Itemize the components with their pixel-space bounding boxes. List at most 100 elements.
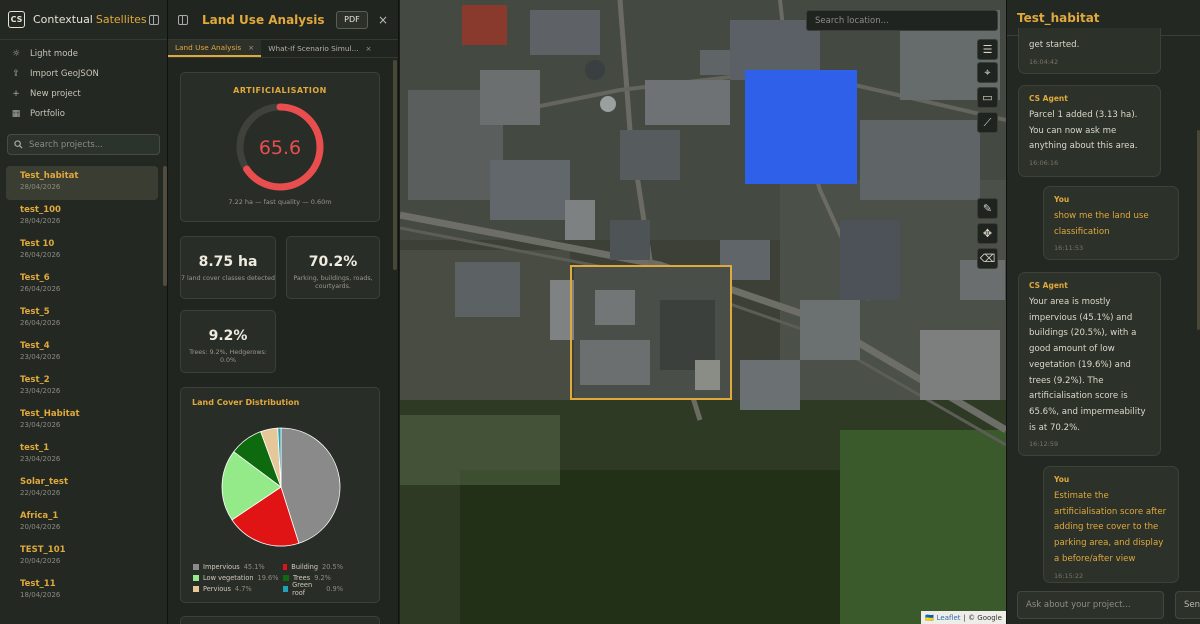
land-cover-pie-chart [221, 427, 341, 547]
move-icon[interactable]: ✥ [977, 223, 998, 244]
search-input[interactable] [29, 139, 159, 150]
menu-item-import-geojson[interactable]: ⇪ Import GeoJSON [0, 64, 167, 84]
project-name: Africa_1 [20, 511, 59, 521]
distribution-title: Land Cover Distribution [192, 398, 300, 407]
project-item[interactable]: Test_4 23/04/2026 [6, 336, 158, 370]
menu-label: Portfolio [30, 109, 65, 119]
panel-scrollbar[interactable] [393, 60, 397, 270]
sidebar-scrollbar[interactable] [163, 166, 167, 286]
project-name: Test_2 [20, 375, 50, 385]
legend-row: Pervious 4.7% Green roof 0.9% [193, 581, 343, 597]
tree-cover-stat-card: 9.2% Trees: 9.2%, Hedgerows: 0.0% [180, 310, 276, 373]
project-item[interactable]: test_100 28/04/2026 [6, 200, 158, 234]
project-item[interactable]: TEST_101 20/04/2026 [6, 540, 158, 574]
app-name: Contextual Satellites [33, 13, 147, 26]
project-date: 23/04/2026 [20, 387, 61, 395]
pin-icon[interactable]: ⌖ [977, 62, 998, 83]
legend-swatch [283, 585, 289, 592]
layers-icon[interactable]: ☰ [977, 39, 998, 60]
location-search-input[interactable] [815, 15, 985, 26]
menu-item-new-project[interactable]: + New project [0, 84, 167, 104]
agent-message: CS Agent Parcel 1 added (3.13 ha). You c… [1018, 85, 1161, 177]
project-date: 23/04/2026 [20, 353, 61, 361]
chat-message: get started. 16:04:42 [1018, 28, 1161, 74]
sidebar-menu: ☼ Light mode ⇪ Import GeoJSON + New project… [0, 40, 167, 130]
panel-collapse-icon[interactable] [178, 14, 188, 25]
pie-legend: Impervious 45.1% Building 20.5% Low vegeta… [193, 561, 343, 597]
tab-close-icon[interactable]: × [248, 43, 254, 52]
project-date: 22/04/2026 [20, 489, 61, 497]
legend-label: Low vegetation [203, 573, 254, 582]
project-item[interactable]: Test_Habitat 23/04/2026 [6, 404, 158, 438]
agent-message: CS Agent Your area is mostly impervious … [1018, 272, 1161, 456]
send-button[interactable]: Sen [1175, 591, 1200, 619]
app-name-accent: Satellites [95, 13, 147, 26]
project-item[interactable]: Solar_test 22/04/2026 [6, 472, 158, 506]
tab-what-if-scenario[interactable]: What-If Scenario Simul... × [261, 40, 378, 57]
project-date: 26/04/2026 [20, 319, 61, 327]
map-search [806, 10, 998, 31]
project-item[interactable]: test_1 23/04/2026 [6, 438, 158, 472]
tab-label: What-If Scenario Simul... [268, 44, 359, 53]
grid-icon: ▦ [11, 109, 21, 119]
collapse-sidebar-icon[interactable] [149, 14, 159, 25]
message-text: Your area is mostly impervious (45.1%) a… [1029, 297, 1146, 433]
tab-close-icon[interactable]: × [366, 44, 372, 53]
project-name: Test_11 [20, 579, 56, 589]
project-item[interactable]: Test_6 26/04/2026 [6, 268, 158, 302]
impermeability-label: Parking, buildings, roads, courtyards. [293, 275, 373, 290]
project-name: test_1 [20, 443, 50, 453]
legend-item: Low vegetation 19.6% [193, 574, 283, 582]
project-date: 23/04/2026 [20, 421, 61, 429]
project-item[interactable]: Test 10 26/04/2026 [6, 234, 158, 268]
menu-label: Light mode [30, 49, 79, 59]
project-date: 26/04/2026 [20, 251, 61, 259]
project-item[interactable]: Test_5 26/04/2026 [6, 302, 158, 336]
tab-land-use-analysis[interactable]: Land Use Analysis × [168, 40, 262, 57]
artificialisation-card: ARTIFICIALISATION 65.6 7.22 ha — fast qu… [180, 72, 380, 222]
legend-label: Building [291, 562, 319, 571]
message-text: show me the land use classification [1054, 211, 1149, 237]
project-name: Test 10 [20, 239, 55, 249]
project-name: test_100 [20, 205, 61, 215]
search-icon [14, 140, 23, 149]
project-item[interactable]: Test_habitat 28/04/2026 [6, 166, 158, 200]
satellite-map[interactable]: ☰ ⌖ ▭ ⟋ ✎ ✥ ⌫ 🇺🇦Leaflet| © Google [400, 0, 1006, 624]
project-item[interactable]: Test_11 18/04/2026 [6, 574, 158, 608]
menu-item-light-mode[interactable]: ☼ Light mode [0, 44, 167, 64]
eraser-icon[interactable]: ⌫ [977, 248, 998, 269]
satellite-imagery [400, 0, 1006, 624]
project-name: Test_4 [20, 341, 50, 351]
leaflet-link[interactable]: Leaflet [937, 614, 961, 622]
message-sender: CS Agent [1029, 94, 1068, 103]
chat-input[interactable] [1026, 600, 1156, 610]
project-date: 18/04/2026 [20, 591, 61, 599]
legend-row: Impervious 45.1% Building 20.5% [193, 561, 343, 572]
project-date: 23/04/2026 [20, 455, 61, 463]
draw-icon[interactable]: ✎ [977, 198, 998, 219]
tree-cover-label: Trees: 9.2%, Hedgerows: 0.0% [189, 349, 267, 364]
legend-label: Impervious [203, 562, 240, 571]
tab-label: Land Use Analysis [175, 43, 242, 52]
project-date: 28/04/2026 [20, 183, 61, 191]
project-name: Test_habitat [20, 171, 79, 181]
panel-header: Land Use Analysis PDF × [168, 0, 398, 40]
project-list: Test_habitat 28/04/2026 test_100 28/04/202… [0, 166, 162, 608]
flag-icon: 🇺🇦 [924, 613, 934, 622]
close-panel-icon[interactable]: × [378, 13, 388, 27]
area-stat-card: 8.75 ha 7 land cover classes detected [180, 236, 276, 299]
measure-icon[interactable]: ⟋ [977, 112, 998, 133]
pdf-button[interactable]: PDF [335, 10, 368, 29]
brand-header: CS Contextual Satellites [0, 0, 167, 40]
message-sender: You [1054, 475, 1070, 484]
polygon-icon[interactable]: ▭ [977, 87, 998, 108]
project-item[interactable]: Africa_1 20/04/2026 [6, 506, 158, 540]
area-value: 8.75 ha [198, 254, 258, 270]
message-time: 16:11:53 [1054, 244, 1084, 253]
menu-item-portfolio[interactable]: ▦ Portfolio [0, 104, 167, 124]
user-message: You Estimate the artificialisation score… [1043, 466, 1179, 583]
impermeability-stat-card: 70.2% Parking, buildings, roads, courtya… [286, 236, 380, 299]
artificialisation-subtitle: 7.22 ha — fast quality — 0.60m [228, 198, 332, 206]
project-item[interactable]: Test_2 23/04/2026 [6, 370, 158, 404]
attribution-text: | © Google [963, 613, 1003, 622]
